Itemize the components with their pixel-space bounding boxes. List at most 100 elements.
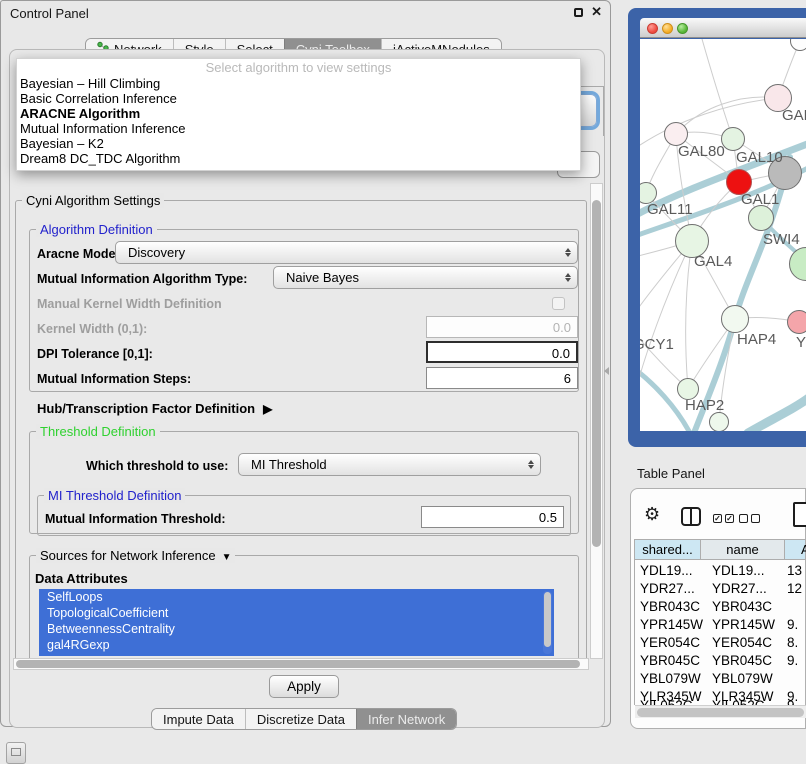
column-header-name[interactable]: name bbox=[701, 539, 785, 560]
data-attributes-label: Data Attributes bbox=[35, 571, 128, 586]
which-threshold-value: MI Threshold bbox=[239, 457, 522, 472]
cell-name: YPR145W bbox=[712, 617, 775, 632]
dropdown-item[interactable]: Basic Correlation Inference bbox=[17, 91, 580, 106]
cell-name: YER054C bbox=[712, 635, 772, 650]
manual-kernel-width-label: Manual Kernel Width Definition bbox=[37, 297, 222, 311]
manual-kernel-width-checkbox[interactable] bbox=[552, 297, 565, 310]
cell-name: YDL19... bbox=[712, 563, 765, 578]
mi-steps-label: Mutual Information Steps: bbox=[37, 372, 191, 386]
cell-shared: YPR145W bbox=[640, 617, 703, 632]
network-node[interactable] bbox=[709, 412, 729, 431]
kernel-width-label: Kernel Width (0,1): bbox=[37, 322, 147, 336]
control-panel-title: Control Panel bbox=[10, 6, 89, 21]
dpi-tolerance-label: DPI Tolerance [0,1]: bbox=[37, 347, 153, 361]
cell-name: YIL052C bbox=[712, 698, 765, 705]
combo-arrows-icon bbox=[522, 460, 540, 469]
select-all-checkbox-icon[interactable]: ✓ bbox=[725, 514, 734, 523]
mi-threshold-field[interactable]: 0.5 bbox=[421, 506, 564, 528]
mi-steps-field[interactable]: 6 bbox=[426, 367, 578, 389]
network-node[interactable] bbox=[721, 305, 749, 333]
tab-discretize-data[interactable]: Discretize Data bbox=[245, 709, 356, 729]
network-node[interactable] bbox=[787, 310, 806, 334]
dropdown-item[interactable]: Bayesian – Hill Climbing bbox=[17, 76, 580, 91]
cell-name: YBL079W bbox=[712, 671, 773, 686]
column-header-shared-name[interactable]: shared... bbox=[635, 539, 701, 560]
apply-button[interactable]: Apply bbox=[269, 675, 339, 698]
network-window-titlebar[interactable] bbox=[640, 18, 806, 38]
cell-value: 9. bbox=[787, 617, 798, 632]
attribute-item[interactable]: gal4RGexp bbox=[39, 637, 554, 653]
attribute-item[interactable]: BetweennessCentrality bbox=[39, 621, 554, 637]
table-panel-title: Table Panel bbox=[637, 466, 705, 481]
aracne-mode-combobox[interactable]: Discovery bbox=[115, 241, 578, 264]
mi-algorithm-type-value: Naive Bayes bbox=[274, 270, 559, 285]
dropdown-item[interactable]: Mutual Information Inference bbox=[17, 121, 580, 136]
kernel-width-field[interactable]: 0.0 bbox=[426, 316, 578, 338]
column-layout-icon[interactable] bbox=[681, 507, 701, 526]
column-header-partial[interactable]: A bbox=[785, 539, 806, 560]
node-label: GAL4 bbox=[694, 253, 732, 270]
close-traffic-light-icon[interactable] bbox=[647, 23, 658, 34]
settings-horizontal-scrollbar[interactable] bbox=[13, 658, 589, 670]
tab-infer-network[interactable]: Infer Network bbox=[356, 709, 456, 729]
float-window-icon[interactable] bbox=[574, 8, 583, 17]
hub-definition-label: Hub/Transcription Factor Definition bbox=[37, 401, 255, 416]
cell-shared: YBR043C bbox=[640, 599, 700, 614]
minimized-panel-icon[interactable] bbox=[6, 742, 26, 764]
deselect-all-checkbox-icon[interactable] bbox=[739, 514, 748, 523]
tab-impute-data-label: Impute Data bbox=[163, 712, 234, 727]
dropdown-item-selected[interactable]: ARACNE Algorithm bbox=[17, 106, 580, 121]
cell-shared: YER054C bbox=[640, 635, 700, 650]
node-label: Y bbox=[796, 334, 806, 351]
tab-infer-network-label: Infer Network bbox=[368, 712, 445, 727]
node-label: HAP4 bbox=[737, 331, 776, 348]
cell-shared: YIL052C bbox=[640, 698, 693, 705]
deselect-all-checkbox-icon[interactable] bbox=[751, 514, 760, 523]
sources-title[interactable]: Sources for Network Inference ▼ bbox=[36, 548, 235, 563]
tab-discretize-data-label: Discretize Data bbox=[257, 712, 345, 727]
aracne-mode-label: Aracne Mode: bbox=[37, 247, 120, 261]
which-threshold-label: Which threshold to use: bbox=[86, 459, 228, 473]
attribute-item[interactable]: SelfLoops bbox=[39, 589, 554, 605]
tab-impute-data[interactable]: Impute Data bbox=[152, 709, 245, 729]
close-icon[interactable]: ✕ bbox=[591, 4, 602, 20]
mi-algorithm-type-combobox[interactable]: Naive Bayes bbox=[273, 266, 578, 289]
cell-value: 9. bbox=[787, 653, 798, 668]
expanded-arrow-icon: ▼ bbox=[222, 552, 232, 563]
export-table-icon[interactable] bbox=[793, 502, 806, 527]
node-label: GAL80 bbox=[678, 143, 725, 160]
threshold-definition-title: Threshold Definition bbox=[36, 424, 160, 439]
cyni-algorithm-settings-title: Cyni Algorithm Settings bbox=[22, 193, 164, 208]
collapsed-arrow-icon: ▶ bbox=[263, 402, 272, 416]
attribute-item[interactable]: TopologicalCoefficient bbox=[39, 605, 554, 621]
node-label: GAL11 bbox=[647, 201, 693, 218]
hub-definition-toggle[interactable]: Hub/Transcription Factor Definition ▶ bbox=[37, 401, 272, 416]
combo-arrows-icon bbox=[559, 248, 577, 257]
combo-arrows-icon bbox=[559, 273, 577, 282]
cell-value: 8. bbox=[787, 635, 798, 650]
dpi-tolerance-field[interactable]: 0.0 bbox=[426, 341, 578, 363]
sources-title-label: Sources for Network Inference bbox=[40, 548, 216, 563]
table-settings-gear-icon[interactable]: ⚙ bbox=[644, 504, 660, 525]
cell-shared: YDL19... bbox=[640, 563, 693, 578]
cell-name: YDR27... bbox=[712, 581, 767, 596]
node-label: GAL1 bbox=[741, 191, 779, 208]
network-node[interactable] bbox=[748, 205, 774, 231]
dropdown-item[interactable]: Dream8 DC_TDC Algorithm bbox=[17, 151, 580, 166]
network-canvas[interactable]: GAL GAL80 GAL10 GAL1 GAL11 SWI4 GAL4 HAP… bbox=[640, 39, 806, 431]
cell-name: YBR045C bbox=[712, 653, 772, 668]
node-label: SWI4 bbox=[763, 231, 800, 248]
splitter-collapse-handle[interactable] bbox=[604, 367, 609, 375]
select-all-checkbox-icon[interactable]: ✓ bbox=[713, 514, 722, 523]
table-rows-area[interactable]: YDL19... YDL19... 13 YDR27... YDR27... 1… bbox=[635, 560, 806, 705]
zoom-traffic-light-icon[interactable] bbox=[677, 23, 688, 34]
settings-vertical-scrollbar[interactable] bbox=[590, 183, 603, 659]
app-root: Control Panel ✕ Network Style bbox=[0, 0, 806, 762]
algorithm-dropdown-popup: Select algorithm to view settings Bayesi… bbox=[16, 58, 581, 171]
attributes-list-scrollbar[interactable] bbox=[543, 591, 552, 654]
minimize-traffic-light-icon[interactable] bbox=[662, 23, 673, 34]
table-horizontal-scrollbar[interactable] bbox=[635, 705, 806, 718]
dropdown-item[interactable]: Bayesian – K2 bbox=[17, 136, 580, 151]
which-threshold-combobox[interactable]: MI Threshold bbox=[238, 453, 541, 476]
cell-value: 13 bbox=[787, 563, 802, 578]
